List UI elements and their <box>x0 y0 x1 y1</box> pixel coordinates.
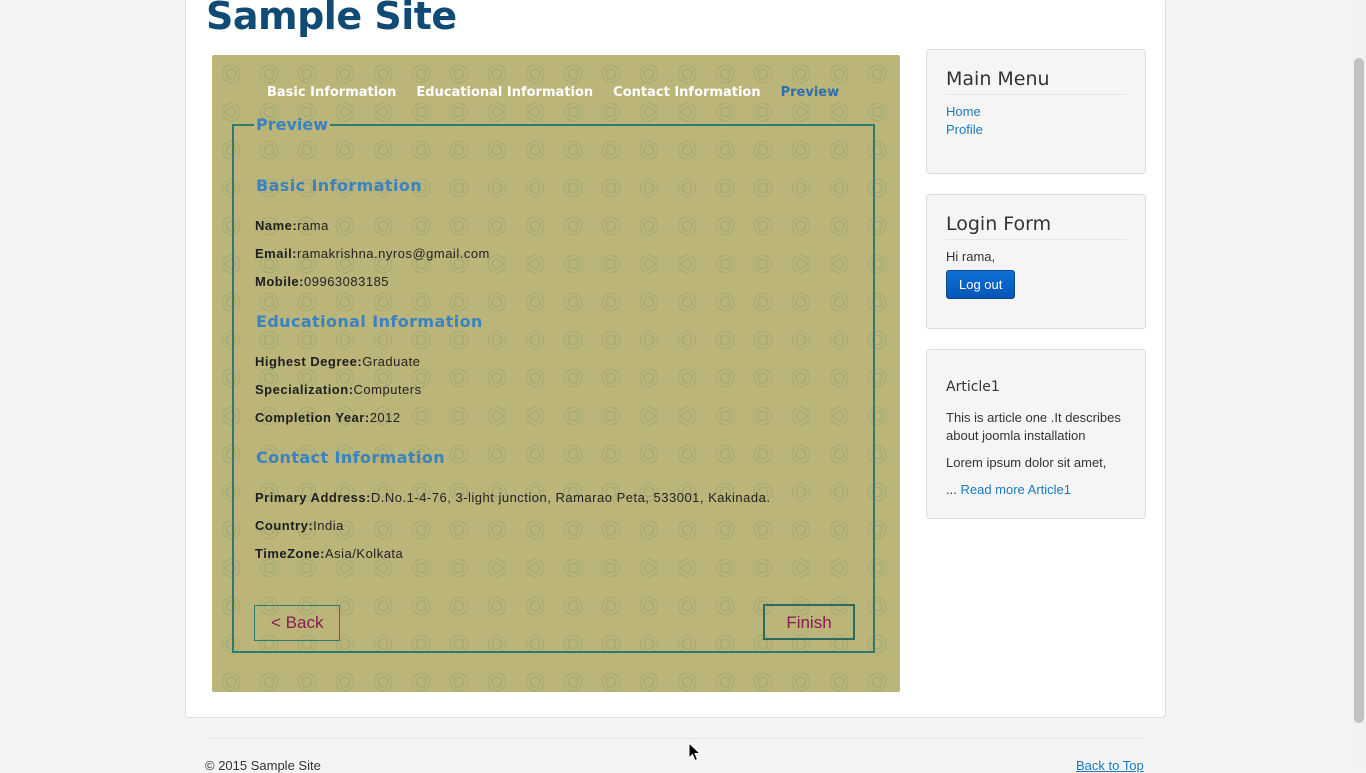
mouse-cursor-icon <box>688 742 702 762</box>
article-title-link[interactable]: Article1 <box>946 378 1126 396</box>
specialization-label: Specialization: <box>255 382 354 397</box>
timezone-row: TimeZone:Asia/Kolkata <box>255 546 403 561</box>
back-button[interactable]: < Back <box>254 605 341 641</box>
article-module: Article1 This is article one .It describ… <box>926 349 1146 519</box>
read-more-link[interactable]: Read more Article1 <box>960 482 1071 497</box>
name-row: Name:rama <box>255 218 329 233</box>
country-value: India <box>313 518 344 533</box>
address-value: D.No.1-4-76, 3-light junction, Ramarao P… <box>370 490 771 505</box>
basic-information-heading: Basic Information <box>256 176 423 195</box>
main-menu-module: Main Menu Home Profile <box>926 49 1146 174</box>
vertical-scrollbar[interactable] <box>1352 0 1366 768</box>
wizard-steps: Basic Information Educational Informatio… <box>267 85 839 100</box>
step-contact-information[interactable]: Contact Information <box>613 85 760 100</box>
country-row: Country:India <box>255 518 344 533</box>
login-greeting: Hi rama, <box>946 249 996 264</box>
email-row: Email:ramakrishna.nyros@gmail.com <box>255 246 490 261</box>
specialization-value: Computers <box>353 382 422 397</box>
read-more-ellipsis: ... <box>946 482 957 497</box>
login-form-module: Login Form Hi rama, Log out <box>926 194 1146 329</box>
country-label: Country: <box>255 518 314 533</box>
finish-button[interactable]: Finish <box>763 604 855 640</box>
footer-copyright: © 2015 Sample Site <box>205 758 321 773</box>
educational-information-heading: Educational Information <box>256 312 483 331</box>
login-form-title: Login Form <box>946 213 1126 240</box>
preview-fieldset: Preview Basic Information Name:rama Emai… <box>232 115 875 653</box>
back-to-top-link[interactable]: Back to Top <box>1076 758 1144 773</box>
step-educational-information[interactable]: Educational Information <box>416 85 593 100</box>
logout-button[interactable]: Log out <box>946 270 1016 299</box>
mobile-value: 09963083185 <box>304 274 390 289</box>
article-excerpt: Lorem ipsum dolor sit amet, <box>946 455 1107 470</box>
name-label: Name: <box>255 218 298 233</box>
menu-item-profile[interactable]: Profile <box>946 121 1126 139</box>
mobile-label: Mobile: <box>255 274 304 289</box>
address-row: Primary Address:D.No.1-4-76, 3-light jun… <box>255 490 770 505</box>
specialization-row: Specialization:Computers <box>255 382 422 397</box>
completion-year-value: 2012 <box>369 410 401 425</box>
step-preview[interactable]: Preview <box>781 85 840 100</box>
read-more-line: ... Read more Article1 <box>946 481 1126 499</box>
mobile-row: Mobile:09963083185 <box>255 274 389 289</box>
email-value: ramakrishna.nyros@gmail.com <box>297 246 490 261</box>
scrollbar-thumb[interactable] <box>1354 58 1364 723</box>
preview-legend: Preview <box>256 115 329 134</box>
contact-information-heading: Contact Information <box>256 448 446 467</box>
site-title[interactable]: Sample Site <box>206 0 457 42</box>
name-value: rama <box>297 218 329 233</box>
degree-label: Highest Degree: <box>255 354 363 369</box>
email-label: Email: <box>255 246 298 261</box>
completion-year-label: Completion Year: <box>255 410 370 425</box>
menu-item-home[interactable]: Home <box>946 103 1126 121</box>
degree-value: Graduate <box>362 354 421 369</box>
address-label: Primary Address: <box>255 490 371 505</box>
timezone-label: TimeZone: <box>255 546 325 561</box>
completion-year-row: Completion Year:2012 <box>255 410 401 425</box>
degree-row: Highest Degree:Graduate <box>255 354 420 369</box>
step-basic-information[interactable]: Basic Information <box>267 85 396 100</box>
article-text: This is article one .It describes about … <box>946 410 1121 443</box>
main-menu-title: Main Menu <box>946 68 1126 95</box>
timezone-value: Asia/Kolkata <box>325 546 404 561</box>
footer-divider <box>205 738 1146 739</box>
registration-wizard: Basic Information Educational Informatio… <box>212 55 900 692</box>
